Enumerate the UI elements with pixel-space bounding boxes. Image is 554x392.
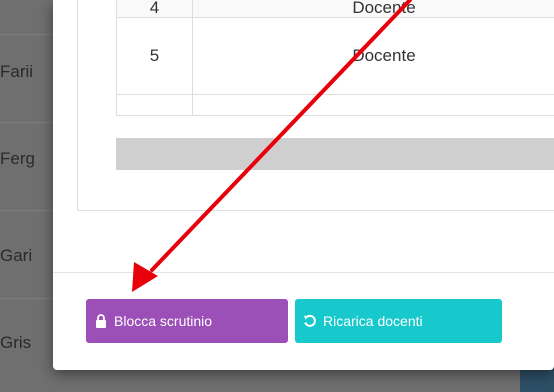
reload-teachers-button[interactable]: Ricarica docenti [295, 299, 502, 343]
modal-body: 4 Docente 5 Docente [53, 0, 554, 272]
table-row: 5 Docente [116, 17, 554, 95]
reload-button-label: Ricarica docenti [323, 313, 423, 329]
background-row: Ferg [0, 122, 60, 210]
teachers-table-wrapper[interactable]: 4 Docente 5 Docente [116, 0, 554, 170]
background-name: Gris [0, 333, 32, 352]
row-number: 4 [116, 0, 193, 18]
lock-scrutiny-button[interactable]: Blocca scrutinio [86, 299, 288, 343]
table-row: 4 Docente [116, 0, 554, 18]
lock-icon [96, 314, 106, 328]
horizontal-scrollbar[interactable] [116, 138, 554, 170]
row-number: 5 [116, 17, 193, 95]
teachers-table: 4 Docente 5 Docente [116, 0, 554, 116]
reload-icon [304, 314, 316, 327]
background-name: Farii [0, 62, 34, 81]
background-name: Ferg [0, 149, 35, 168]
row-role: Docente [192, 17, 554, 95]
row-role: Docente [192, 0, 554, 18]
modal-dialog: 4 Docente 5 Docente Blocca scrutinio Ric… [53, 0, 554, 370]
background-row: Gris [0, 298, 60, 386]
background-row: Farii [0, 34, 60, 122]
background-name: Gari [0, 246, 33, 265]
modal-footer: Blocca scrutinio Ricarica docenti [53, 272, 554, 370]
lock-button-label: Blocca scrutinio [114, 313, 213, 329]
background-row: Gari [0, 210, 60, 298]
table-row [116, 94, 554, 116]
